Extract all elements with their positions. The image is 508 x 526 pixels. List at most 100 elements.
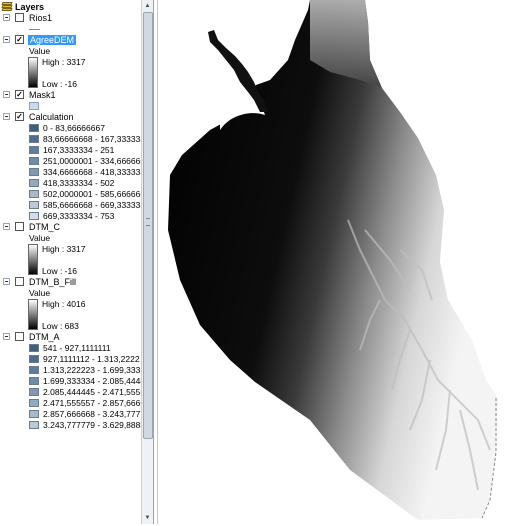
class-range-label: 251,0000001 - 334,666666 <box>43 156 146 166</box>
layer-name[interactable]: AgreeDEM <box>28 35 77 45</box>
class-range-label: 927,1111112 - 1.313,2222 <box>43 354 140 364</box>
stretch-legend: High : 3317 Low : -16 <box>0 244 140 277</box>
class-color-swatch[interactable] <box>29 168 39 176</box>
legend-low: Low : -16 <box>42 79 77 89</box>
legend-class-row: 167,3333334 - 251 <box>0 145 140 156</box>
layer-name[interactable]: Mask1 <box>29 90 56 100</box>
stretch-gradient-swatch <box>28 57 38 88</box>
legend-class-row: 502,0000001 - 585,666666 <box>0 189 145 200</box>
layer-checkbox-calculation[interactable]: ✓ <box>15 112 24 121</box>
class-color-swatch[interactable] <box>29 201 39 209</box>
layer-dtm-a[interactable]: DTM_A <box>0 332 140 343</box>
collapse-icon[interactable] <box>3 91 10 98</box>
class-color-swatch[interactable] <box>29 421 39 429</box>
class-color-swatch[interactable] <box>29 377 39 385</box>
layer-name[interactable]: Rios1 <box>29 13 52 23</box>
toc-header: Layers <box>0 0 142 13</box>
layer-name[interactable]: Calculation <box>29 112 74 122</box>
collapse-icon[interactable] <box>3 223 10 230</box>
class-range-label: 541 - 927,1111111 <box>43 343 111 353</box>
layer-calculation[interactable]: ✓ Calculation <box>0 112 140 123</box>
collapse-icon[interactable] <box>3 14 10 21</box>
class-color-swatch[interactable] <box>29 124 39 132</box>
layer-checkbox-dtm-b-fill[interactable] <box>15 277 24 286</box>
legend-value-row: Value <box>0 46 140 57</box>
legend-class-row: 2.471,555557 - 2.857,6666 <box>0 398 145 409</box>
class-color-swatch[interactable] <box>29 190 39 198</box>
class-color-swatch[interactable] <box>29 388 39 396</box>
toc-title: Layers <box>15 1 45 12</box>
legend-class-row: 927,1111112 - 1.313,2222 <box>0 354 140 365</box>
collapse-icon[interactable] <box>3 333 10 340</box>
class-color-swatch[interactable] <box>29 179 39 187</box>
class-color-swatch[interactable] <box>29 355 39 363</box>
class-color-swatch[interactable] <box>29 135 39 143</box>
layer-checkbox-mask1[interactable]: ✓ <box>15 90 24 99</box>
stretch-legend: High : 3317 Low : -16 <box>0 57 140 90</box>
class-color-swatch[interactable] <box>29 399 39 407</box>
layer-agreedem[interactable]: ✓ AgreeDEM <box>0 35 140 46</box>
layers-icon <box>1 2 13 11</box>
legend-high: High : 4016 <box>42 299 86 309</box>
legend-value-label: Value <box>29 46 51 56</box>
class-range-label: 2.471,555557 - 2.857,6666 <box>43 398 146 408</box>
legend-value-row: Value <box>0 288 140 299</box>
layer-checkbox-dtm-c[interactable] <box>15 222 24 231</box>
scroll-grip-icon <box>146 218 150 226</box>
legend-class-row: 251,0000001 - 334,666666 <box>0 156 145 167</box>
toc-scrollbar[interactable]: ▲ ▼ <box>141 0 153 524</box>
layer-mask1[interactable]: ✓ Mask1 <box>0 90 140 101</box>
layer-checkbox-dtm-a[interactable] <box>15 332 24 341</box>
class-range-label: 418,3333334 - 502 <box>43 178 115 188</box>
class-range-label: 167,3333334 - 251 <box>43 145 115 155</box>
layer-name[interactable]: DTM_B_Fill <box>29 277 76 287</box>
class-color-swatch[interactable] <box>29 157 39 165</box>
layer-dtm-b-fill[interactable]: DTM_B_Fill <box>0 277 140 288</box>
legend-value-label: Value <box>29 288 51 298</box>
scroll-up-arrow-icon[interactable]: ▲ <box>143 1 152 11</box>
class-range-label: 3.243,777779 - 3.629,8888 <box>43 420 146 430</box>
class-range-label: 2.857,666668 - 3.243,7777 <box>43 409 146 419</box>
legend-value-row: Value <box>0 233 140 244</box>
map-view[interactable] <box>160 0 508 524</box>
class-color-swatch[interactable] <box>29 212 39 220</box>
class-color-swatch[interactable] <box>29 146 39 154</box>
collapse-icon[interactable] <box>3 278 10 285</box>
layer-symbol-row <box>0 101 140 112</box>
legend-low: Low : -16 <box>42 266 77 276</box>
legend-class-row: 1.699,333334 - 2.085,4444 <box>0 376 145 387</box>
legend-low: Low : 683 <box>42 321 79 331</box>
layer-rios1[interactable]: Rios1 <box>0 13 140 24</box>
layer-dtm-c[interactable]: DTM_C <box>0 222 140 233</box>
collapse-icon[interactable] <box>3 113 10 120</box>
scroll-down-arrow-icon[interactable]: ▼ <box>143 513 152 523</box>
legend-class-row: 334,6666668 - 418,333333 <box>0 167 145 178</box>
class-color-swatch[interactable] <box>29 366 39 374</box>
class-color-swatch[interactable] <box>29 344 39 352</box>
dem-map-image <box>168 0 498 520</box>
class-range-label: 585,6666668 - 669,333333 <box>43 200 146 210</box>
legend-high: High : 3317 <box>42 244 86 254</box>
legend-class-row: 0 - 83,66666667 <box>0 123 140 134</box>
class-range-label: 0 - 83,66666667 <box>43 123 105 133</box>
layer-name[interactable]: DTM_C <box>29 222 60 232</box>
class-range-label: 502,0000001 - 585,666666 <box>43 189 146 199</box>
layer-checkbox-rios1[interactable] <box>15 13 24 22</box>
legend-class-row: 2.085,444445 - 2.471,5555 <box>0 387 145 398</box>
stretch-legend: High : 4016 Low : 683 <box>0 299 140 332</box>
layer-name[interactable]: DTM_A <box>29 332 60 342</box>
stretch-gradient-swatch <box>28 244 38 275</box>
layer-checkbox-agreedem[interactable]: ✓ <box>15 35 24 44</box>
class-range-label: 83,66666668 - 167,333333 <box>43 134 146 144</box>
map-divider <box>157 0 158 524</box>
class-range-label: 669,3333334 - 753 <box>43 211 115 221</box>
collapse-icon[interactable] <box>3 36 10 43</box>
legend-high: High : 3317 <box>42 57 86 67</box>
legend-value-label: Value <box>29 233 51 243</box>
class-range-label: 1.313,222223 - 1.699,3333 <box>43 365 146 375</box>
class-color-swatch[interactable] <box>29 410 39 418</box>
line-symbol-icon <box>29 29 40 30</box>
layer-symbol-row <box>0 24 140 35</box>
legend-class-row: 2.857,666668 - 3.243,7777 <box>0 409 145 420</box>
scroll-thumb[interactable] <box>143 12 153 439</box>
